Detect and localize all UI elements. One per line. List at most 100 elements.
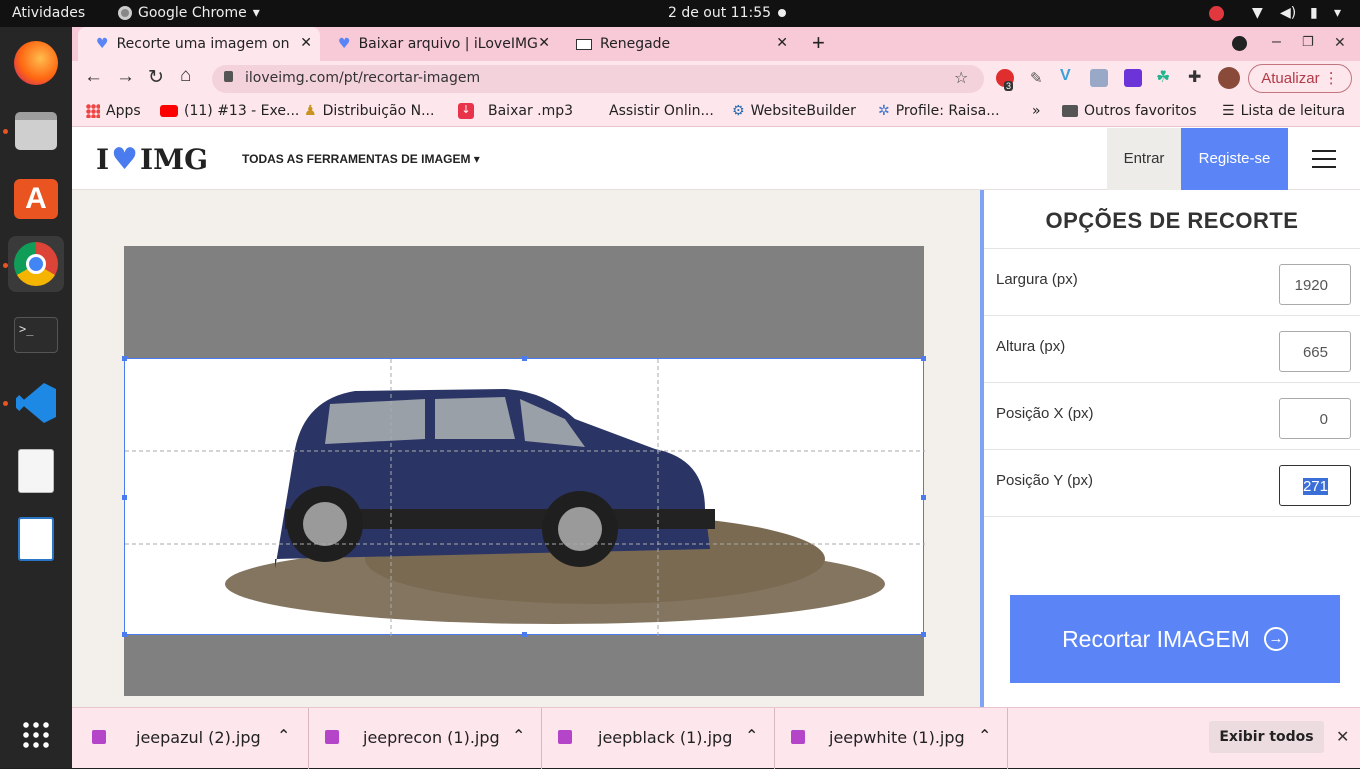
signup-button[interactable]: Registe-se (1181, 128, 1288, 190)
chrome-small-icon (118, 6, 132, 20)
code-extension-icon[interactable] (1090, 69, 1108, 87)
activities-button[interactable]: Atividades (12, 5, 85, 21)
crop-handle[interactable] (921, 495, 926, 500)
close-window-icon[interactable]: ✕ (1334, 34, 1346, 51)
minimize-icon[interactable]: – (1272, 33, 1281, 51)
crop-handle[interactable] (122, 356, 127, 361)
document-viewer-icon[interactable] (8, 443, 64, 499)
chevron-up-icon[interactable]: ⌃ (745, 726, 758, 745)
bookmark-websitebuilder[interactable]: ⚙ WebsiteBuilder (732, 103, 856, 119)
download-filename: jeeprecon (1).jpg (363, 728, 500, 747)
app-menu-label: Google Chrome (138, 5, 247, 21)
tab-recorte[interactable]: ♥ Recorte uma imagem onli ✕ (78, 27, 320, 61)
bookmarks-overflow-button[interactable]: » (1032, 103, 1041, 119)
address-bar[interactable]: iloveimg.com/pt/recortar-imagem ☆ (212, 65, 984, 93)
reading-list-icon: ☰ (1222, 103, 1235, 119)
tab-title: Recorte uma imagem onli (116, 36, 289, 52)
chevron-up-icon[interactable]: ⌃ (512, 726, 525, 745)
login-button[interactable]: Entrar (1107, 128, 1181, 190)
crop-image-button[interactable]: Recortar IMAGEM → (1010, 595, 1340, 683)
app-menu[interactable]: Google Chrome ▾ (118, 5, 260, 21)
bookmark-assistir[interactable]: Assistir Onlin... (609, 103, 714, 119)
tab-baixar[interactable]: ♥ Baixar arquivo | iLoveIMG ✕ (320, 27, 558, 61)
forward-icon[interactable]: → (116, 66, 135, 88)
home-icon[interactable]: ⌂ (180, 65, 191, 87)
close-tab-icon[interactable]: ✕ (776, 35, 788, 51)
tools-menu[interactable]: TODAS AS FERRAMENTAS DE IMAGEM ▾ (242, 152, 480, 166)
close-tab-icon[interactable]: ✕ (538, 35, 550, 51)
bookmark-outros[interactable]: Outros favoritos (1062, 103, 1197, 119)
crop-handle[interactable] (921, 632, 926, 637)
bookmark-star-icon[interactable]: ☆ (954, 68, 968, 87)
bookmark-distribuicao[interactable]: ♟ Distribuição N... (304, 103, 434, 119)
position-y-row: Posição Y (px) 271 (984, 450, 1360, 517)
restore-icon[interactable]: ❐ (1302, 34, 1314, 50)
extension-badge: 3 (1004, 81, 1014, 91)
position-y-input[interactable]: 271 (1279, 465, 1351, 506)
heart-icon: ♥ (111, 142, 139, 177)
battery-icon[interactable]: ▮ (1310, 5, 1318, 21)
do-not-disturb-icon[interactable] (1209, 6, 1224, 21)
crop-selection[interactable] (122, 356, 926, 637)
width-input[interactable]: 1920 (1279, 264, 1351, 305)
height-row: Altura (px) 665 (984, 316, 1360, 383)
clock[interactable]: 2 de out 11:55 (668, 5, 771, 21)
volume-icon[interactable]: ◀) (1280, 5, 1296, 21)
download-item[interactable]: jeepazul (2).jpg ⌃ (72, 708, 309, 769)
vscode-icon[interactable] (8, 375, 64, 431)
firefox-icon[interactable] (8, 35, 64, 91)
crop-handle[interactable] (522, 632, 527, 637)
download-item[interactable]: jeepblack (1).jpg ⌃ (542, 708, 775, 769)
software-store-icon[interactable]: A (8, 171, 64, 227)
back-icon[interactable]: ← (84, 66, 103, 88)
image-canvas[interactable] (122, 246, 926, 696)
tab-renegade[interactable]: Renegade ✕ (558, 27, 796, 61)
logo-text: IMG (140, 143, 209, 176)
download-filename: jeepblack (1).jpg (598, 728, 733, 747)
update-label: Atualizar (1261, 70, 1320, 87)
download-item[interactable]: jeepwhite (1).jpg ⌃ (775, 708, 1008, 769)
position-x-input[interactable]: 0 (1279, 398, 1351, 439)
show-all-downloads-button[interactable]: Exibir todos (1209, 721, 1324, 753)
eyedropper-icon[interactable]: ✎ (1030, 69, 1043, 87)
update-chrome-button[interactable]: Atualizar ⋮ (1248, 64, 1352, 93)
panel-title: OPÇÕES DE RECORTE (984, 190, 1360, 249)
close-downloads-icon[interactable]: ✕ (1336, 727, 1349, 746)
show-apps-icon[interactable] (8, 707, 64, 763)
bookmark-mp3[interactable]: ↓ Baixar .mp3 (458, 103, 573, 119)
green-extension-icon[interactable]: ☘ (1156, 67, 1170, 87)
bookmark-apps[interactable]: Apps (86, 103, 141, 119)
hamburger-menu-icon[interactable] (1312, 150, 1336, 168)
crop-handle[interactable] (122, 495, 127, 500)
purple-extension-icon[interactable] (1124, 69, 1142, 87)
wifi-icon[interactable]: ▼ (1252, 5, 1263, 21)
url-text: iloveimg.com/pt/recortar-imagem (245, 70, 481, 86)
terminal-icon[interactable]: >_ (8, 307, 64, 363)
writer-icon[interactable] (8, 511, 64, 567)
iloveimg-logo[interactable]: I ♥ IMG (96, 142, 208, 177)
puzzle-icon[interactable]: ✚ (1188, 67, 1201, 87)
crop-handle[interactable] (522, 356, 527, 361)
image-file-icon (92, 730, 106, 744)
files-icon[interactable] (8, 103, 64, 159)
crop-handle[interactable] (122, 632, 127, 637)
chevron-up-icon[interactable]: ⌃ (277, 726, 290, 745)
reading-list[interactable]: ☰ Lista de leitura (1222, 103, 1345, 119)
position-y-label: Posição Y (px) (996, 472, 1093, 489)
chrome-icon[interactable] (8, 236, 64, 292)
height-input[interactable]: 665 (1279, 331, 1351, 372)
crop-handle[interactable] (921, 356, 926, 361)
download-item[interactable]: jeeprecon (1).jpg ⌃ (309, 708, 542, 769)
bookmark-youtube[interactable]: (11) #13 - Exe... (160, 103, 299, 119)
new-tab-button[interactable]: + (812, 30, 825, 56)
folder-icon (1062, 105, 1078, 117)
running-indicator (3, 129, 8, 134)
bookmark-profile[interactable]: ✲ Profile: Raisa... (878, 103, 1000, 119)
chevron-up-icon[interactable]: ⌃ (978, 726, 991, 745)
reload-icon[interactable]: ↻ (148, 66, 164, 89)
chevron-down-icon[interactable]: ▾ (1334, 5, 1341, 21)
avatar[interactable] (1218, 67, 1240, 89)
close-tab-icon[interactable]: ✕ (300, 35, 312, 51)
tab-search-icon[interactable] (1232, 36, 1247, 51)
vimeo-extension-icon[interactable]: V (1060, 67, 1071, 85)
